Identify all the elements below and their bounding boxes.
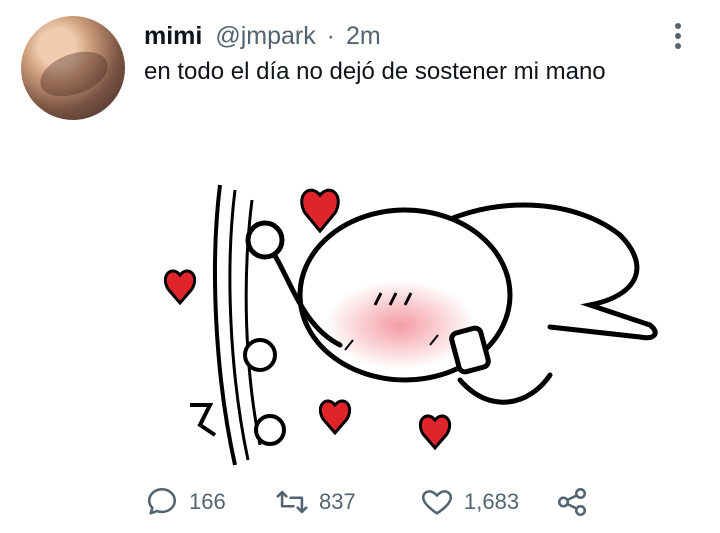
- share-icon: [557, 487, 587, 517]
- retweet-count: 837: [319, 489, 356, 514]
- tweet-text: en todo el día no dejó de sostener mi ma…: [144, 58, 606, 85]
- handle[interactable]: @jmpark: [215, 22, 315, 50]
- author-line: mimi @jmpark · 2m: [144, 22, 381, 51]
- reply-icon: [147, 487, 177, 515]
- share-button[interactable]: [555, 480, 599, 524]
- separator-dot: ·: [326, 22, 335, 50]
- reply-count: 166: [189, 489, 226, 514]
- retweet-button[interactable]: 837: [275, 480, 356, 524]
- tweet-media-illustration[interactable]: [150, 175, 670, 475]
- timestamp[interactable]: 2m: [346, 22, 381, 50]
- avatar[interactable]: [21, 16, 125, 120]
- display-name[interactable]: mimi: [144, 22, 202, 50]
- more-options-icon[interactable]: [668, 20, 688, 52]
- tweet-actions: 166 837 1,683: [140, 480, 610, 524]
- like-button[interactable]: 1,683: [420, 480, 519, 524]
- retweet-icon: [276, 490, 308, 514]
- heart-icon: [422, 490, 452, 515]
- like-count: 1,683: [464, 489, 520, 514]
- reply-button[interactable]: 166: [145, 480, 226, 524]
